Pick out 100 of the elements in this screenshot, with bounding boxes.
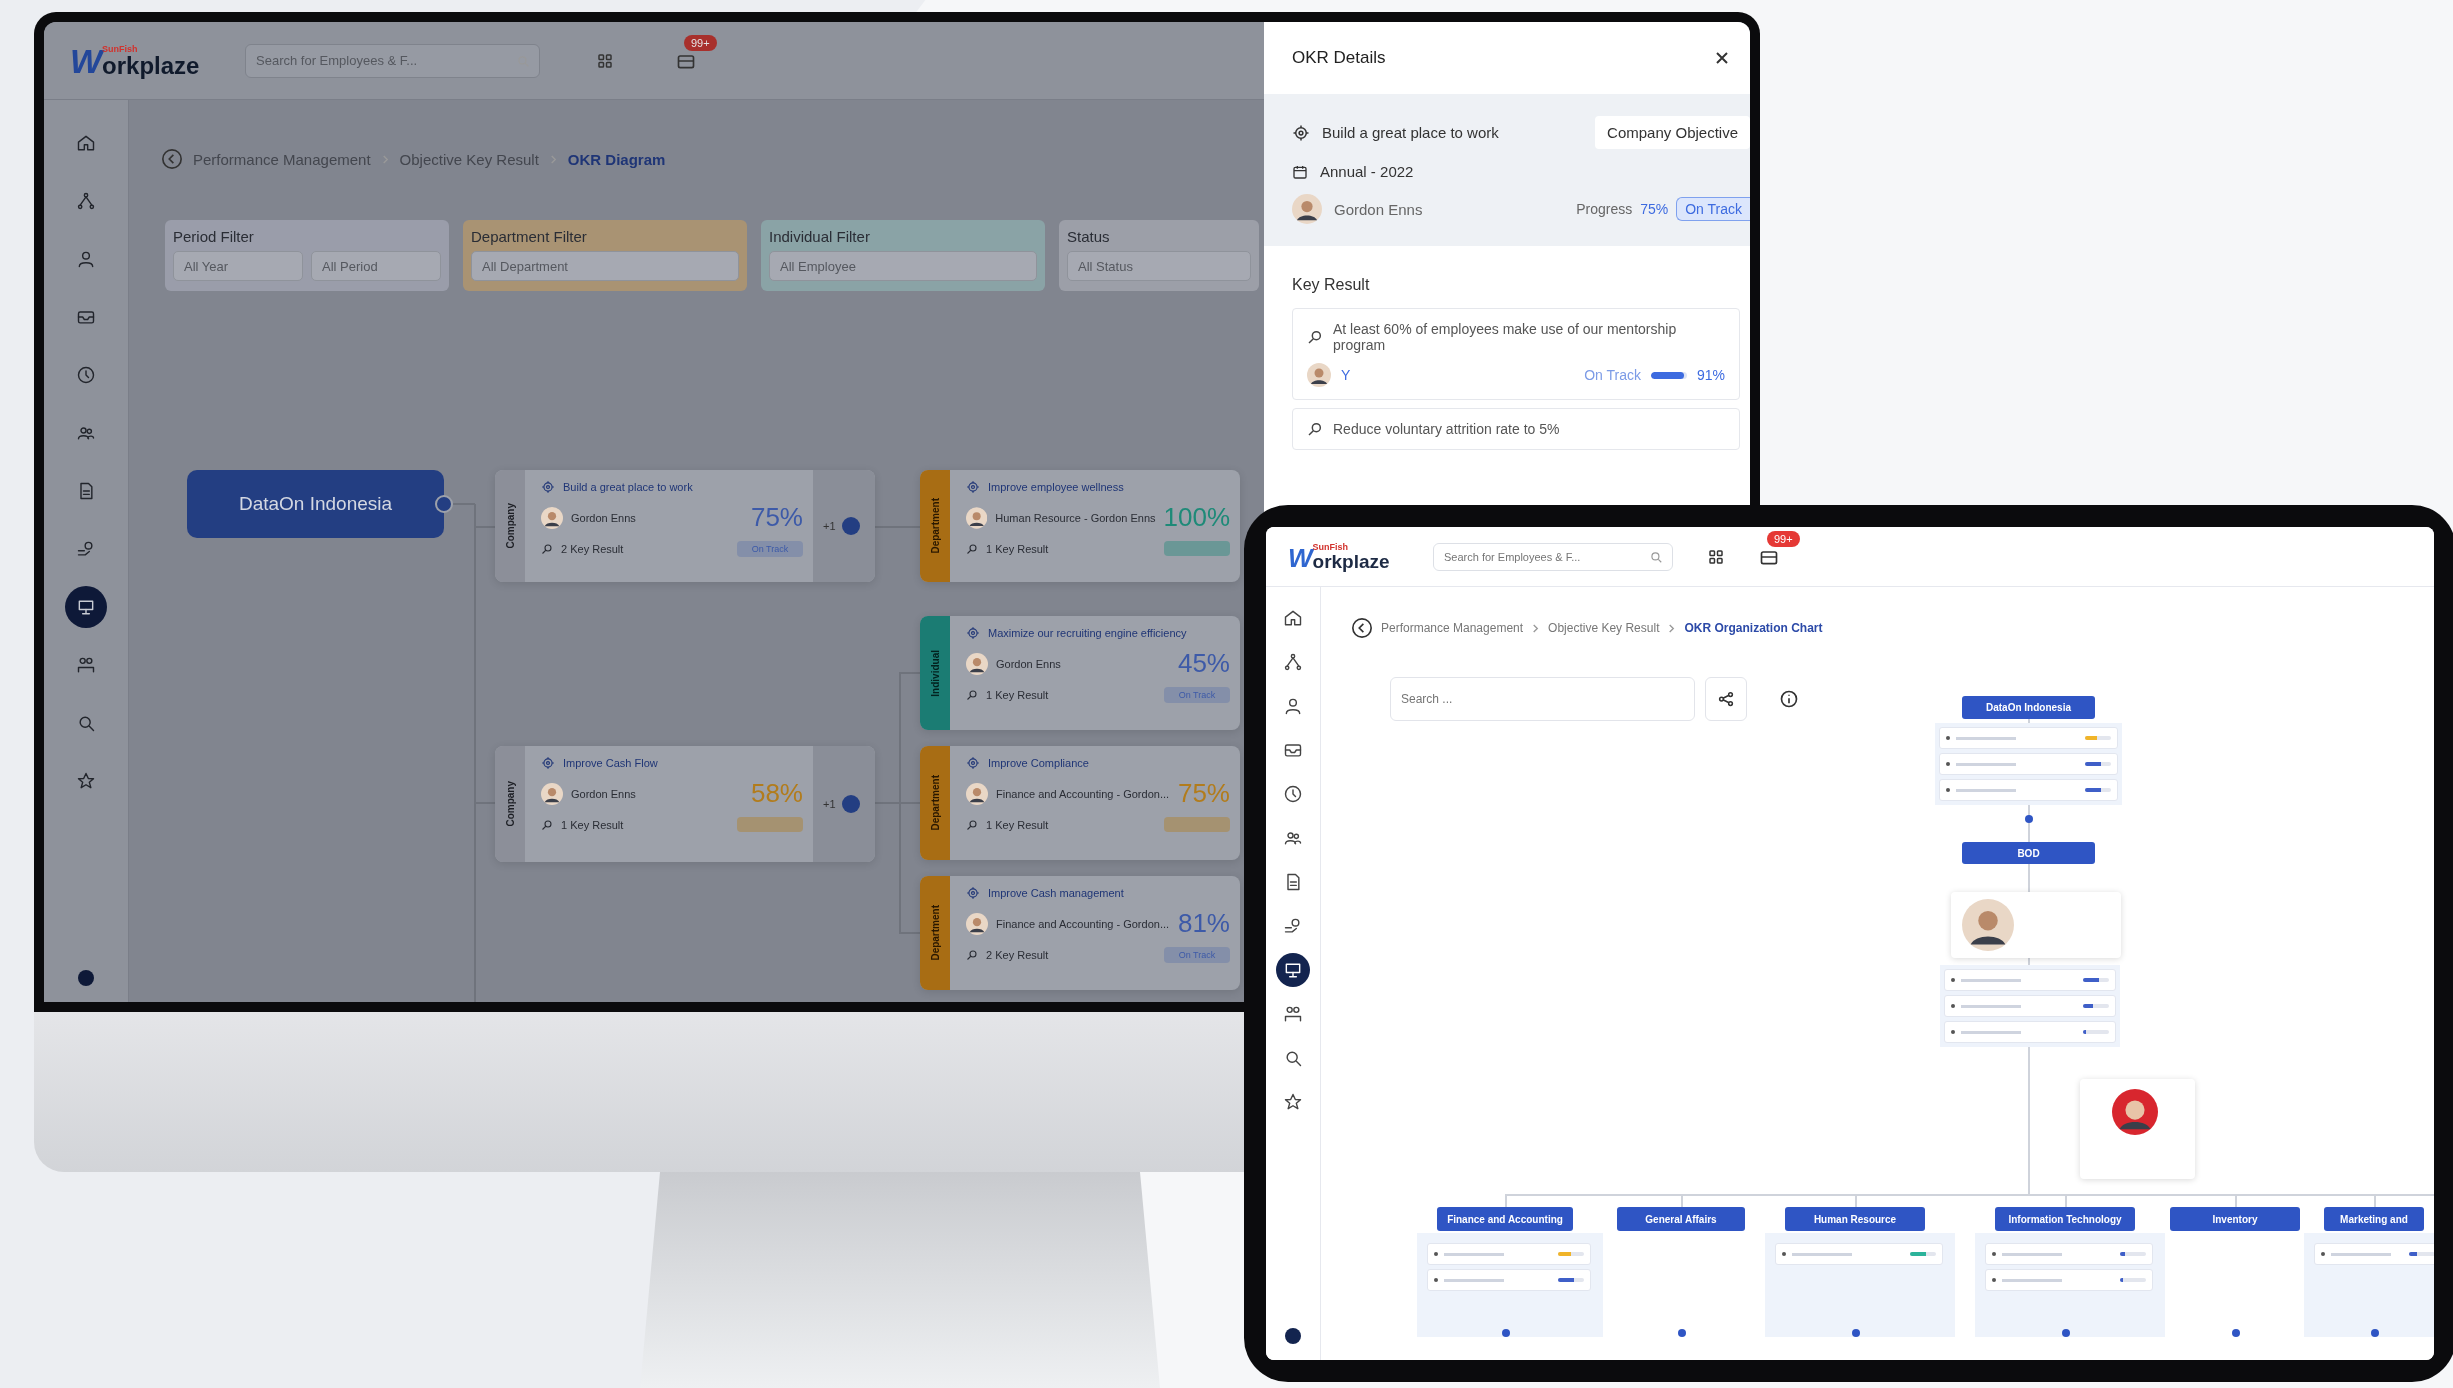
okr-card[interactable]: Individual Maximize our recruiting engine efficiency Gordon Enns 45% 1 Key Result On Track [920, 616, 1240, 730]
collapse-toggle[interactable] [435, 495, 453, 513]
connector-dot [1678, 1329, 1686, 1337]
home-icon[interactable] [1283, 608, 1303, 628]
clock-icon[interactable] [1283, 784, 1303, 804]
filter-label: Period Filter [173, 228, 254, 245]
okr-card[interactable]: Company Build a great place to work Gordon Enns 75% 2 Key Result On Track +1 [495, 470, 875, 582]
objective-title: Improve Compliance [988, 757, 1089, 769]
connector-dot [1852, 1329, 1860, 1337]
status-pill [1164, 817, 1230, 832]
objective-title: Improve Cash management [988, 887, 1124, 899]
status-badge: On Track [1164, 947, 1230, 963]
objective-title: Maximize our recruiting engine efficiency [988, 627, 1187, 639]
back-icon[interactable] [1351, 617, 1373, 639]
sidebar-button[interactable] [1276, 953, 1310, 987]
magnifier-icon [1307, 329, 1323, 345]
avatar-icon [966, 506, 988, 529]
key-result-count: 2 Key Result [561, 543, 625, 555]
status-pill [1164, 541, 1230, 556]
department-node[interactable]: General Affairs [1617, 1207, 1745, 1231]
star-icon[interactable] [1283, 1092, 1303, 1112]
breadcrumb-link[interactable]: Objective Key Result [1548, 621, 1660, 635]
share-button[interactable] [1705, 677, 1747, 721]
target-icon [966, 886, 980, 900]
filter-select[interactable]: All Period [311, 251, 441, 281]
home-icon[interactable] [76, 133, 96, 153]
clock-icon[interactable] [76, 365, 96, 385]
avatar-icon [1307, 363, 1331, 387]
breadcrumb-link[interactable]: OKR Organization Chart [1684, 621, 1823, 635]
presentation-icon[interactable] [1283, 960, 1303, 980]
objective-title: Improve Cash Flow [563, 757, 658, 769]
network-icon[interactable] [1283, 652, 1303, 672]
department-node[interactable]: Inventory [2170, 1207, 2300, 1231]
owner-name: Finance and Accounting - Gordon... [996, 917, 1170, 930]
expand-toggle[interactable] [841, 795, 860, 813]
status-pill [737, 817, 803, 832]
tier-tab: Company [495, 470, 525, 582]
magnifier-icon [966, 542, 978, 555]
filter-select[interactable]: All Employee [769, 251, 1037, 281]
progress-value: 75% [1640, 201, 1669, 217]
filter-label: Individual Filter [769, 228, 870, 245]
department-node[interactable]: Human Resource [1785, 1207, 1925, 1231]
okr-card[interactable]: Department Improve employee wellness Human Resource - Gordon Enns 100% 1 Key Result [920, 470, 1240, 582]
key-result-count: 1 Key Result [986, 818, 1050, 831]
connector-dot [1502, 1329, 1510, 1337]
status-badge: On Track [1676, 197, 1750, 221]
target-icon [966, 626, 980, 640]
tier-tab: Department [920, 470, 950, 582]
owner-name: Finance and Accounting - Gordon... [996, 787, 1170, 800]
department-node[interactable]: Marketing and [2324, 1207, 2424, 1231]
progress-value: 91% [1696, 367, 1725, 383]
person-icon[interactable] [1283, 696, 1303, 716]
search-field[interactable]: Search for Employees & F... [245, 43, 540, 78]
objective-title: Build a great place to work [563, 481, 693, 493]
chevron-icon [1667, 623, 1677, 633]
target-icon [541, 480, 555, 494]
logo-mark: W [70, 43, 103, 78]
okr-card[interactable]: Company Improve Cash Flow Gordon Enns 58% 1 Key Result +1 [495, 746, 875, 862]
org-unit-node[interactable]: DataOn Indonesia [1962, 696, 2095, 719]
avatar-icon [541, 782, 563, 805]
person-icon[interactable] [76, 249, 96, 269]
filter-label: Department Filter [471, 228, 587, 245]
filter-select[interactable]: All Year [173, 251, 303, 281]
key-result-text: At least 60% of employees make use of our mentorship program [1333, 321, 1678, 353]
filter-select[interactable]: All Status [1067, 251, 1251, 281]
department-node[interactable]: Finance and Accounting [1437, 1207, 1573, 1231]
presentation-icon[interactable] [76, 597, 96, 617]
connector-dot [2232, 1329, 2240, 1337]
key-result-item[interactable]: At least 60% of employees make use of our mentorship program Y On Track 91% [1292, 308, 1740, 400]
grid-icon[interactable] [1707, 547, 1725, 566]
help-button[interactable] [1285, 1328, 1301, 1344]
breadcrumb-link[interactable]: Performance Management [1381, 621, 1524, 635]
organization-node[interactable]: DataOn Indonesia [187, 470, 444, 538]
avatar-icon [541, 506, 563, 529]
tier-tab: Company [495, 746, 525, 862]
objective-title: Improve employee wellness [988, 481, 1124, 493]
key-result-item[interactable]: Reduce voluntary attrition rate to 5% [1292, 408, 1740, 450]
people-icon[interactable] [1283, 1004, 1303, 1024]
okr-card[interactable]: Department Improve Cash management Finance and Accounting - Gordon... 81% 2 Key Result On Track [920, 876, 1240, 990]
okr-card[interactable]: Department Improve Compliance Finance and Accounting - Gordon... 75% 1 Key Result [920, 746, 1240, 860]
department-node[interactable]: Information Technology [1995, 1207, 2135, 1231]
avatar-icon [966, 912, 988, 935]
connector-dot [2062, 1329, 2070, 1337]
connector-dot [2025, 815, 2033, 823]
org-unit-node[interactable]: BOD [1962, 842, 2095, 864]
status-text: On Track [1584, 367, 1641, 383]
tier-tab: Individual [920, 616, 950, 730]
target-icon [966, 480, 980, 494]
tier-tab: Department [920, 746, 950, 860]
progress-percent: 75% [750, 502, 803, 533]
logo-brand: SunFish [102, 44, 139, 54]
expand-toggle[interactable] [841, 517, 860, 535]
chevron-icon [1531, 623, 1541, 633]
people-icon[interactable] [76, 655, 96, 675]
info-icon[interactable] [1779, 689, 1799, 709]
breadcrumb-link[interactable]: OKR Diagram [567, 150, 666, 168]
star-icon[interactable] [76, 771, 96, 791]
filter-select[interactable]: All Department [471, 251, 739, 281]
sidebar-button[interactable] [65, 586, 107, 628]
network-icon[interactable] [76, 191, 96, 211]
